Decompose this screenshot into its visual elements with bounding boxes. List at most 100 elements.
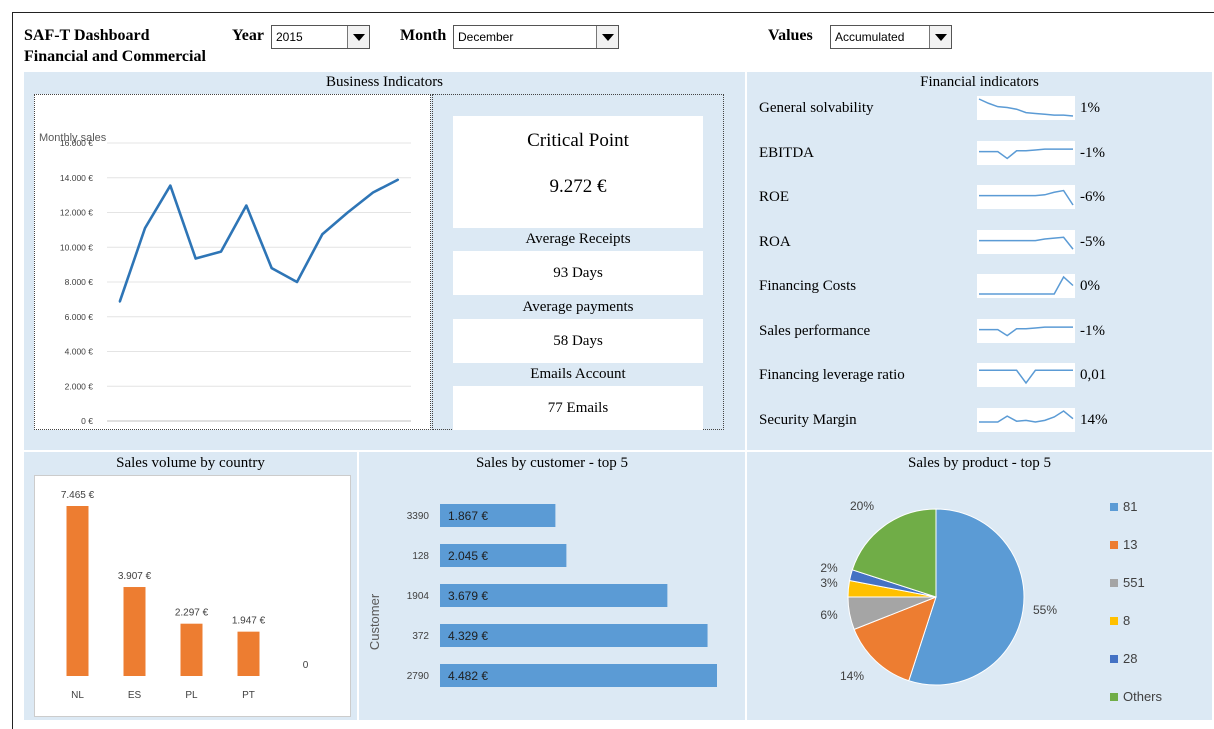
sales-point — [372, 191, 374, 194]
legend-swatch — [1110, 503, 1118, 511]
sales-point — [296, 281, 298, 283]
sales-point — [144, 227, 146, 229]
sparkline-line — [978, 98, 1074, 117]
sparkline-line — [979, 325, 1073, 337]
critical-point-label: Critical Point — [527, 130, 629, 151]
financial-indicator-label: General solvability — [759, 100, 874, 116]
y-tick-label: 8.000 € — [65, 277, 94, 287]
chevron-down-icon[interactable] — [596, 26, 618, 48]
country-bar — [180, 623, 203, 676]
customer-bar-label: 1.867 € — [448, 509, 488, 523]
country-bar-label: 7.465 € — [61, 490, 95, 501]
critical-point-card: Critical Point 9.272 € — [453, 116, 703, 228]
customer-category-label: 372 — [412, 631, 429, 642]
avg-payments-label: Average payments — [522, 299, 634, 315]
country-bar-label: 2.297 € — [175, 608, 209, 619]
sales-line — [118, 178, 399, 303]
financial-indicator-row: Financing Costs 0% — [747, 274, 1212, 306]
financial-indicator-row: General solvability 1% — [747, 96, 1212, 128]
monthly-sales-svg: Monthly sales0 €2.000 €4.000 €6.000 €8.0… — [39, 132, 411, 439]
financial-indicator-row: ROA -5% — [747, 229, 1212, 262]
financial-indicator-row: Financing leverage ratio 0,01 — [747, 363, 1212, 395]
legend-swatch — [1110, 693, 1118, 701]
product-chart-svg: 55% 81 14% 13 6% 551 3% 8 2% 28 20% Others — [820, 499, 1163, 704]
country-category-label: NL — [71, 690, 84, 701]
sparkline — [977, 185, 1075, 209]
customer-bar-label: 4.482 € — [448, 669, 488, 683]
y-tick-label: 12.000 € — [60, 208, 93, 218]
sales-point — [397, 178, 400, 181]
legend-label: 8 — [1123, 613, 1130, 628]
values-select[interactable]: Accumulated — [830, 25, 952, 49]
y-tick-label: 6.000 € — [65, 312, 94, 322]
legend-label: 81 — [1123, 499, 1137, 514]
y-tick-label: 4.000 € — [65, 347, 94, 357]
avg-receipts-value: 93 Days — [453, 251, 703, 295]
month-select[interactable]: December — [453, 25, 619, 49]
sparkline — [977, 140, 1075, 165]
business-indicators-panel: Business Indicators Monthly sales 0 €2.00… — [24, 72, 745, 450]
values-label: Values — [768, 27, 813, 44]
chevron-down-icon[interactable] — [929, 26, 951, 48]
kpi-area: Critical Point 9.272 € Average Receipts … — [432, 94, 724, 430]
legend-swatch — [1110, 617, 1118, 625]
month-label: Month — [400, 27, 447, 44]
sparkline — [977, 96, 1075, 120]
year-select-value: 2015 — [276, 30, 303, 44]
avg-receipts-label: Average Receipts — [525, 231, 631, 247]
financial-indicator-value: -1% — [1080, 322, 1105, 339]
financial-indicators-panel: Financial indicators General solvability… — [747, 72, 1212, 450]
financial-indicator-label: ROA — [759, 233, 791, 250]
country-chart-svg: 7.465 € NL 3.907 € ES 2.297 € PL 1.947 € PT 0 — [61, 490, 309, 701]
financial-indicator-row: Sales performance -1% — [747, 318, 1212, 351]
financial-indicator-row: ROE -6% — [747, 185, 1212, 217]
customer-category-label: 128 — [412, 551, 429, 562]
sparkline — [977, 229, 1075, 254]
legend-label: Others — [1123, 689, 1163, 704]
financial-indicator-label: Sales performance — [759, 322, 871, 339]
financial-indicator-label: EBITDA — [759, 144, 814, 161]
sparkline-line — [979, 275, 1074, 295]
avg-payments-value: 58 Days — [453, 319, 703, 363]
legend-swatch — [1110, 655, 1118, 663]
critical-point-value: 9.272 € — [549, 176, 607, 197]
financial-indicator-label: Security Margin — [759, 411, 857, 428]
sales-point — [169, 184, 172, 187]
customer-category-label: 3390 — [407, 511, 430, 522]
y-tick-label: 0 € — [81, 416, 93, 426]
financial-indicator-value: 0% — [1080, 278, 1100, 294]
pie-slice-label: 2% — [820, 561, 838, 575]
y-tick-label: 2.000 € — [65, 381, 94, 391]
year-label: Year — [232, 27, 264, 44]
year-select[interactable]: 2015 — [271, 25, 370, 49]
sales-point — [346, 211, 349, 214]
monthly-sales-chart: Monthly sales 0 €2.000 €4.000 €6.000 €8.0… — [34, 94, 431, 439]
customer-panel: Sales by customer - top 5 Customer 1.867 … — [359, 452, 745, 720]
y-tick-label: 10.000 € — [60, 242, 93, 252]
customer-chart-svg: Customer 1.867 € 3390 2.045 € 128 3.679 € 1904… — [367, 504, 717, 687]
dashboard-subtitle: Financial and Commercial — [24, 48, 206, 65]
sparkline — [977, 363, 1075, 387]
financial-indicator-label: Financing leverage ratio — [759, 367, 905, 383]
country-bar-label: 0 — [303, 660, 309, 671]
pie-slice-label: 6% — [820, 608, 838, 622]
sparkline-line — [979, 369, 1073, 385]
business-indicators-title: Business Indicators — [325, 74, 444, 90]
sparkline — [977, 318, 1075, 343]
dashboard-title: SAF-T Dashboard — [24, 27, 150, 44]
country-panel: Sales volume by country 7.465 € NL 3.907 €… — [24, 452, 357, 720]
emails-label: Emails Account — [530, 366, 626, 382]
month-select-value: December — [458, 30, 514, 44]
values-select-value: Accumulated — [835, 30, 905, 44]
y-tick-label: 16.000 € — [60, 138, 93, 148]
financial-indicator-value: 14% — [1080, 411, 1108, 428]
chevron-down-icon[interactable] — [347, 26, 369, 48]
financial-indicator-value: -5% — [1080, 233, 1105, 250]
sales-point — [194, 257, 197, 260]
sparkline-line — [979, 147, 1073, 159]
legend-swatch — [1110, 579, 1118, 587]
legend-label: 13 — [1123, 537, 1137, 552]
sparkline-line — [979, 409, 1074, 423]
customer-bar-label: 4.329 € — [448, 629, 488, 643]
sales-point — [245, 204, 248, 207]
